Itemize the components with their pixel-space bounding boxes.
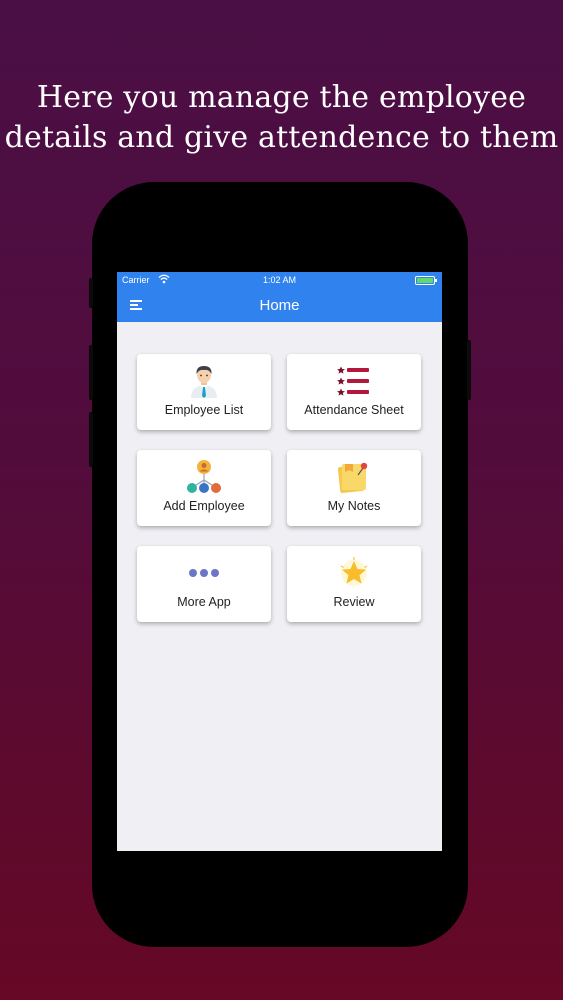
page-title: Home: [259, 297, 300, 314]
headline-line-2: details and give attendence to them: [4, 120, 559, 155]
review-button[interactable]: Review: [287, 546, 421, 622]
navigation-bar: Home: [117, 288, 442, 322]
phone-silent-switch: [89, 278, 93, 308]
employee-list-label: Employee List: [164, 403, 244, 417]
my-notes-button[interactable]: My Notes: [287, 450, 421, 526]
more-app-button[interactable]: More App: [137, 546, 271, 622]
promo-headline: Here you manage the employee details and…: [0, 78, 563, 158]
app-screen: Carrier 1:02 AM Home Employee List Atten…: [117, 272, 442, 851]
attendance-sheet-label: Attendance Sheet: [304, 403, 404, 417]
attendance-sheet-button[interactable]: Attendance Sheet: [287, 354, 421, 430]
org-chart-icon: [187, 460, 221, 493]
add-employee-button[interactable]: Add Employee: [137, 450, 271, 526]
status-bar: Carrier 1:02 AM: [117, 272, 442, 288]
star-icon: [340, 557, 368, 586]
battery-icon: [415, 276, 437, 285]
status-time: 1:02 AM: [262, 275, 297, 285]
employee-icon: [191, 366, 217, 398]
my-notes-label: My Notes: [327, 499, 381, 513]
phone-volume-down-button: [89, 412, 93, 467]
employee-list-button[interactable]: Employee List: [137, 354, 271, 430]
phone-power-button: [467, 340, 471, 400]
more-dots-icon: [189, 569, 219, 577]
review-label: Review: [333, 595, 375, 609]
phone-volume-up-button: [89, 345, 93, 400]
headline-line-1: Here you manage the employee: [36, 80, 527, 115]
notes-icon: [337, 462, 368, 493]
list-icon: [337, 366, 369, 396]
more-app-label: More App: [177, 595, 231, 609]
add-employee-label: Add Employee: [163, 499, 245, 513]
